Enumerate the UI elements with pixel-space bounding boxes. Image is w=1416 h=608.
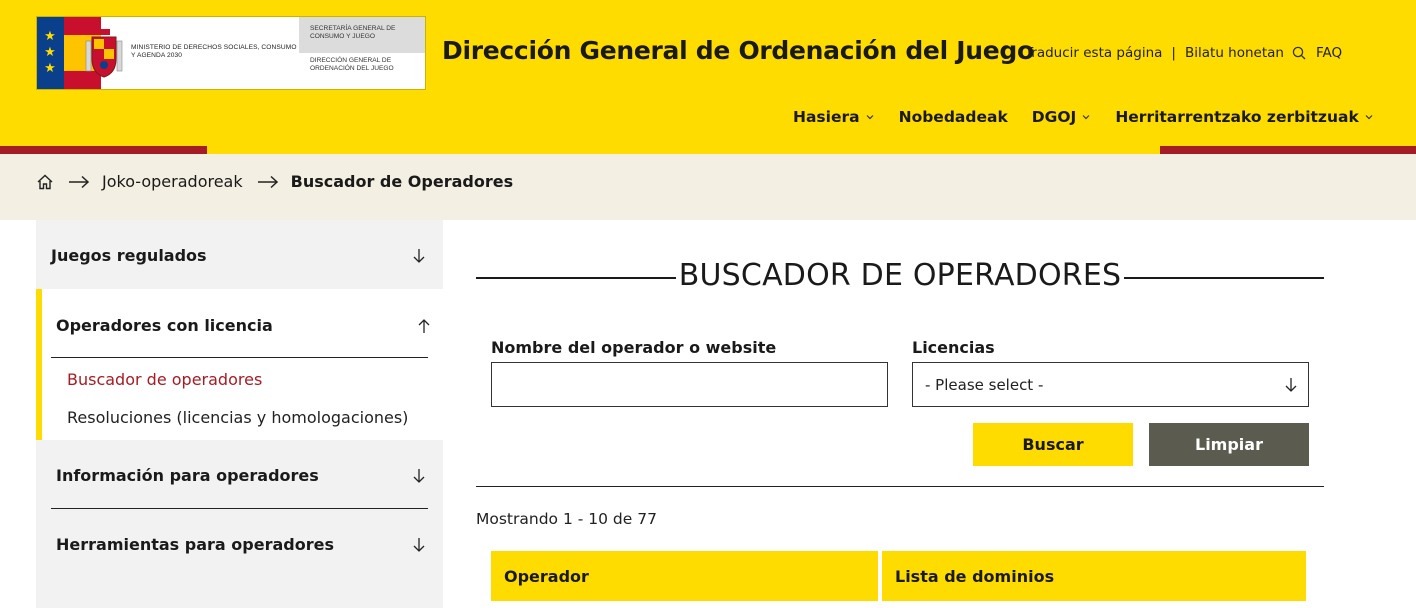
- table-header-domains[interactable]: Lista de dominios: [882, 551, 1306, 601]
- faq-link[interactable]: FAQ: [1316, 45, 1342, 61]
- results-count: Mostrando 1 - 10 de 77: [476, 510, 657, 528]
- title-rule: [1124, 277, 1324, 279]
- arrow-down-icon: [1285, 378, 1297, 392]
- nav-label: Nobedadeak: [898, 108, 1008, 126]
- license-select-value: - Please select -: [925, 375, 1044, 394]
- clear-button[interactable]: Limpiar: [1149, 423, 1309, 466]
- breadcrumb: Joko-operadoreak Buscador de Operadores: [36, 172, 513, 191]
- sidebar-item-info-operadores[interactable]: Información para operadores: [56, 466, 433, 485]
- nav-label: Hasiera: [793, 108, 860, 126]
- page-title-block: BUSCADOR DE OPERADORES: [476, 258, 1324, 298]
- arrow-down-icon: [413, 249, 425, 263]
- chevron-down-icon: [866, 115, 874, 120]
- license-select[interactable]: - Please select -: [912, 362, 1309, 407]
- sidebar-expanded-section: Operadores con licencia Buscador de oper…: [36, 289, 443, 440]
- breadcrumb-bar: Joko-operadoreak Buscador de Operadores: [0, 154, 1416, 220]
- secretariat-name: Secretaría General de Consumo y Juego: [299, 17, 425, 53]
- sidebar-item-label: Operadores con licencia: [56, 316, 273, 335]
- title-rule: [476, 277, 676, 279]
- star-icon: ★: [44, 61, 56, 76]
- sidebar-subitem-buscador[interactable]: Buscador de operadores: [67, 370, 262, 389]
- accent-bar-red: [0, 146, 207, 154]
- main-nav: Hasiera Nobedadeak DGOJ Herritarrentzako…: [793, 108, 1374, 126]
- sidebar-item-label: Herramientas para operadores: [56, 535, 334, 554]
- nav-item-citizen-services[interactable]: Herritarrentzako zerbitzuak: [1115, 108, 1373, 126]
- divider: [51, 357, 428, 358]
- nav-label: Herritarrentzako zerbitzuak: [1115, 108, 1359, 126]
- breadcrumb-current: Buscador de Operadores: [290, 172, 514, 191]
- sidebar-item-operadores-licencia[interactable]: Operadores con licencia: [56, 316, 433, 335]
- sidebar-item-herramientas[interactable]: Herramientas para operadores: [56, 535, 433, 554]
- arrow-right-icon: [257, 175, 278, 188]
- accent-bar-yellow: [207, 146, 1160, 154]
- operator-search-input[interactable]: [491, 362, 888, 407]
- sidebar-item-label: Juegos regulados: [51, 246, 207, 265]
- home-icon[interactable]: [36, 173, 54, 191]
- sidebar: Juegos regulados Operadores con licencia…: [36, 220, 443, 608]
- sidebar-subitem-resoluciones[interactable]: Resoluciones (licencias y homologaciones…: [67, 408, 408, 427]
- site-title[interactable]: Dirección General de Ordenación del Jueg…: [442, 36, 1034, 65]
- star-icon: ★: [44, 45, 56, 60]
- ministry-logo[interactable]: ★ ★ ★ Ministerio de Derechos Sociales, C…: [36, 16, 426, 90]
- separator: |: [1171, 45, 1176, 61]
- nav-item-nobedadeak[interactable]: Nobedadeak: [899, 108, 1008, 126]
- nav-label: DGOJ: [1031, 108, 1077, 126]
- chevron-down-icon: [1082, 115, 1090, 120]
- top-links: Traducir esta página | Bilatu honetan FA…: [1025, 45, 1342, 61]
- directorate-name: Dirección General de Ordenación del Jueg…: [299, 53, 425, 89]
- table-header-operator[interactable]: Operador: [491, 551, 878, 601]
- ministry-name: Ministerio de Derechos Sociales, Consumo…: [131, 44, 297, 59]
- page-title: BUSCADOR DE OPERADORES: [678, 258, 1122, 293]
- search-link[interactable]: Bilatu honetan: [1185, 45, 1284, 61]
- arrow-down-icon: [413, 538, 425, 552]
- sidebar-item-juegos-regulados[interactable]: Juegos regulados: [51, 246, 428, 265]
- coat-of-arms-icon: [85, 29, 123, 78]
- nav-item-hasiera[interactable]: Hasiera: [793, 108, 875, 126]
- search-icon[interactable]: [1292, 46, 1306, 60]
- eu-flag: ★ ★ ★: [37, 17, 64, 89]
- arrow-down-icon: [413, 469, 425, 483]
- nav-item-dgoj[interactable]: DGOJ: [1032, 108, 1092, 126]
- accent-bar-red: [1160, 146, 1416, 154]
- star-icon: ★: [44, 29, 56, 44]
- search-button[interactable]: Buscar: [973, 423, 1133, 466]
- divider: [476, 486, 1324, 487]
- arrow-right-icon: [69, 175, 90, 188]
- operator-field-label: Nombre del operador o website: [491, 338, 777, 357]
- translate-link[interactable]: Traducir esta página: [1025, 45, 1162, 61]
- site-header: ★ ★ ★ Ministerio de Derechos Sociales, C…: [0, 0, 1416, 146]
- divider: [51, 508, 428, 509]
- logo-department-block: Secretaría General de Consumo y Juego Di…: [299, 17, 425, 89]
- chevron-down-icon: [1365, 115, 1373, 120]
- arrow-up-icon: [418, 319, 430, 333]
- sidebar-item-label: Información para operadores: [56, 466, 319, 485]
- breadcrumb-item[interactable]: Joko-operadoreak: [102, 172, 243, 191]
- license-field-label: Licencias: [912, 338, 995, 357]
